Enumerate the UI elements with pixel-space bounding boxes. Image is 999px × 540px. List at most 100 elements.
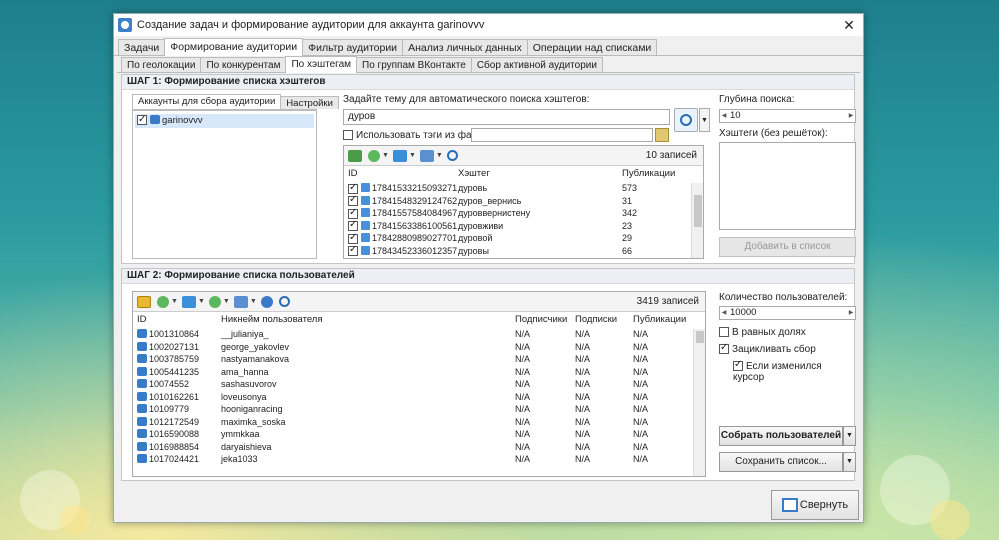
user-id: 1003785759 [149,354,200,364]
info-icon[interactable] [260,295,273,308]
row-checkbox[interactable] [348,182,358,194]
loop-checkbox[interactable] [719,342,729,355]
tab-settings[interactable]: Настройки [280,96,339,109]
check-dropdown-icon[interactable]: ▼ [382,152,389,159]
decrease-icon[interactable]: ◀ [720,307,728,319]
table-row[interactable]: 10109779 hooniganracing N/A N/A N/A [133,403,705,416]
folder-icon[interactable] [655,128,669,142]
table-row[interactable]: 1003785759 nastyamanakova N/A N/A N/A [133,353,705,366]
col-id[interactable]: ID [348,166,458,182]
tab-vk-groups[interactable]: По группам ВКонтакте [356,57,472,72]
table-row[interactable]: 1005441235 ama_hanna N/A N/A N/A [133,366,705,379]
delete-dropdown-icon[interactable]: ▼ [198,298,205,305]
check-dropdown-icon[interactable]: ▼ [171,298,178,305]
hashtags-textarea[interactable] [719,142,856,230]
delete-icon[interactable] [181,295,196,308]
tab-audience-filter[interactable]: Фильтр аудитории [302,39,404,55]
add-to-list-button[interactable]: Добавить в список [719,237,856,257]
table-row[interactable]: 17843452336012357дуровы 66 [344,244,703,258]
row-checkbox[interactable] [348,232,358,244]
increase-icon[interactable]: ▶ [847,307,855,319]
tab-hashtags[interactable]: По хэштегам [285,56,358,73]
row-checkbox[interactable] [348,194,358,207]
copy-dropdown-icon[interactable]: ▼ [250,298,257,305]
loop-row[interactable]: Зацикливать сбор [719,342,816,355]
hashtag-icon [361,195,370,205]
table-row[interactable]: 1010162261 loveusonya N/A N/A N/A [133,391,705,404]
tab-list-operations[interactable]: Операции над списками [526,39,658,55]
close-icon[interactable]: ✕ [835,17,863,34]
user-id: 1010162261 [149,391,200,402]
tab-geolocation[interactable]: По геолокации [121,57,202,72]
table-row[interactable]: 17842880989027701дуровой 29 [344,232,703,245]
check-icon[interactable] [157,295,169,308]
users-count-spinner[interactable]: ◀ 10000 ▶ [719,306,856,320]
account-tabs: Аккаунты для сбора аудитории Настройки [132,94,339,110]
user-nickname: daryaishieva [221,441,272,452]
tab-tasks[interactable]: Задачи [118,39,166,55]
topic-input[interactable]: дуров [343,109,670,125]
tab-accounts[interactable]: Аккаунты для сбора аудитории [132,94,282,109]
collapse-button[interactable]: Свернуть [771,490,859,520]
delete-dropdown-icon[interactable]: ▼ [409,152,416,159]
select-all-icon[interactable] [348,149,362,162]
save-dropdown-icon[interactable]: ▼ [843,452,856,472]
title-bar: Создание задач и формирование аудитории … [114,14,863,36]
copy-icon[interactable] [233,295,248,308]
select-all-icon[interactable] [137,295,151,308]
delete-icon[interactable] [392,149,407,162]
table-row[interactable]: 17841557584084967дуроввернистену 342 [344,207,703,220]
refresh-icon[interactable] [208,295,221,308]
copy-icon[interactable] [419,149,434,162]
hashtag-publications: 573 [622,183,638,193]
table-row[interactable]: 1016988854 daryaishieva N/A N/A N/A [133,441,705,454]
hashtags-scrollbar[interactable] [691,183,703,258]
col-followers[interactable]: Подписчики [515,312,575,328]
main-tabs: Задачи Формирование аудитории Фильтр ауд… [114,38,863,56]
check-icon[interactable] [368,149,380,162]
account-checkbox[interactable] [137,113,147,127]
cursor-row[interactable]: Если изменился курсор [733,359,854,383]
table-row[interactable]: 1002027131 george_yakovlev N/A N/A N/A [133,341,705,354]
row-checkbox[interactable] [348,207,358,219]
depth-spinner[interactable]: ◀ 10 ▶ [719,109,856,123]
equal-parts-checkbox[interactable] [719,327,729,338]
table-row[interactable]: 17841548329124762дуров_вернись 31 [344,194,703,208]
cursor-checkbox[interactable] [733,359,743,372]
table-row[interactable]: 1016590088 ymmkkaa N/A N/A N/A [133,428,705,441]
search-hashtags-button[interactable] [674,108,698,132]
equal-parts-row[interactable]: В равных долях [719,327,806,338]
collect-users-button[interactable]: Собрать пользователей [719,426,843,446]
row-checkbox[interactable] [348,244,358,257]
table-row[interactable]: 1012172549 maximka_soska N/A N/A N/A [133,416,705,429]
copy-dropdown-icon[interactable]: ▼ [436,152,443,159]
col-publications[interactable]: Публикации [622,166,682,182]
col-hashtag[interactable]: Хэштег [458,166,622,182]
tab-competitors[interactable]: По конкурентам [200,57,287,72]
tab-personal-data[interactable]: Анализ личных данных [402,39,528,55]
increase-icon[interactable]: ▶ [847,110,855,122]
refresh-dropdown-icon[interactable]: ▼ [223,298,230,305]
col-nickname[interactable]: Никнейм пользователя [221,312,515,328]
table-row[interactable]: 1017024421 jeka1033 N/A N/A N/A [133,453,705,466]
search-icon[interactable] [278,296,290,307]
table-row[interactable]: 10074552 sashasuvorov N/A N/A N/A [133,378,705,391]
col-following[interactable]: Подписки [575,312,633,328]
decrease-icon[interactable]: ◀ [720,110,728,122]
table-row[interactable]: 1001310864 __julianiya_ N/A N/A N/A [133,328,705,341]
col-publications[interactable]: Публикации [633,312,693,328]
table-row[interactable]: 17841533215093271дуровь 573 [344,182,703,195]
row-checkbox[interactable] [348,219,358,232]
users-scrollbar[interactable] [693,329,705,476]
search-dropdown-arrow-icon[interactable]: ▼ [699,108,710,132]
tab-audience-building[interactable]: Формирование аудитории [164,38,304,56]
search-icon[interactable] [446,150,458,161]
table-row[interactable]: 17841563386100561дуровживи 23 [344,219,703,233]
collect-dropdown-icon[interactable]: ▼ [843,426,856,446]
col-id[interactable]: ID [137,312,221,328]
use-file-checkbox[interactable] [343,130,353,141]
file-path-input[interactable] [471,128,653,142]
save-list-button[interactable]: Сохранить список... [719,452,843,472]
account-item[interactable]: garinovvv [135,113,314,128]
tab-active-audience[interactable]: Сбор активной аудитории [470,57,603,72]
